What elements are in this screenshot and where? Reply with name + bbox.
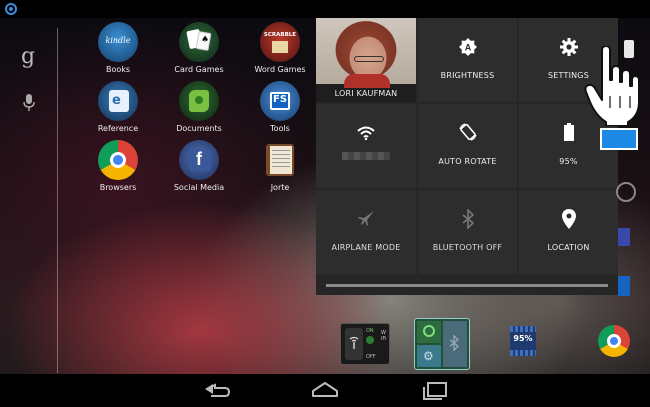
edge-bookmark-icon[interactable] [618, 276, 630, 296]
app-social-media[interactable]: f Social Media [164, 140, 234, 192]
location-pin-icon [561, 209, 576, 229]
panel-handle[interactable] [326, 284, 608, 287]
recent-apps-icon[interactable] [420, 380, 450, 400]
reference-icon: e [98, 81, 138, 121]
wifi-toggle-widget[interactable]: ON OFF WiFi [340, 323, 390, 365]
wifi-widget-icon [349, 336, 359, 349]
evernote-documents-icon [179, 81, 219, 121]
edge-dots-icon[interactable] [614, 180, 644, 206]
app-label: Jorte [270, 183, 290, 192]
sync-toggle-widget[interactable]: ⚙ [414, 318, 470, 370]
app-books[interactable]: kindle Books [83, 22, 153, 74]
notification-icon[interactable] [5, 3, 17, 15]
app-documents[interactable]: Documents [164, 81, 234, 133]
app-browsers[interactable]: Browsers [83, 140, 153, 192]
app-tools[interactable]: FS Tools [245, 81, 315, 133]
wifi-icon [357, 126, 375, 140]
search-divider [57, 28, 58, 373]
battery-percent: 95% [559, 157, 578, 166]
rotate-icon [458, 123, 477, 141]
app-label: Tools [270, 124, 290, 133]
wifi-on-label: ON [366, 328, 374, 334]
user-name: LORI KAUFMAN [334, 89, 398, 98]
home-icon[interactable] [310, 380, 340, 400]
auto-brightness-icon: A [458, 38, 477, 56]
gear-icon [559, 38, 578, 56]
user-tile[interactable]: LORI KAUFMAN [316, 18, 416, 102]
home-screen: g kindle Books ♠ Card Games SCRABBLE Wor… [0, 0, 650, 407]
app-label: Word Games [254, 65, 306, 74]
app-label: Reference [97, 124, 139, 133]
svg-text:A: A [464, 43, 471, 53]
auto-rotate-label: AUTO ROTATE [438, 157, 497, 166]
battery-widget[interactable]: 95% [510, 326, 536, 356]
location-label: LOCATION [547, 243, 590, 252]
app-card-games[interactable]: ♠ Card Games [164, 22, 234, 74]
edge-blue-widget[interactable] [600, 128, 638, 150]
bluetooth-label: BLUETOOTH OFF [432, 243, 503, 252]
bluetooth-widget-icon [449, 335, 459, 351]
search-strip: g [0, 18, 58, 374]
app-reference[interactable]: e Reference [83, 81, 153, 133]
app-label: Books [105, 65, 131, 74]
facebook-social-media-icon: f [179, 140, 219, 180]
wifi-side-label: WiFi [381, 330, 387, 342]
microphone-icon[interactable] [23, 94, 35, 112]
app-label: Card Games [174, 65, 224, 74]
brightness-tile[interactable]: A BRIGHTNESS [418, 18, 517, 102]
location-tile[interactable]: LOCATION [519, 190, 618, 274]
kindle-books-icon: kindle [98, 22, 138, 62]
wifi-off-label: OFF [366, 354, 376, 360]
airplane-mode-tile[interactable]: AIRPLANE MODE [316, 190, 416, 274]
bluetooth-tile[interactable]: BLUETOOTH OFF [418, 190, 517, 274]
user-avatar [316, 18, 416, 88]
chrome-browsers-icon [98, 140, 138, 180]
navigation-bar [0, 374, 650, 407]
edge-doc-icon[interactable] [618, 228, 630, 246]
jorte-calendar-icon [260, 140, 300, 180]
word-games-icon: SCRABBLE [260, 22, 300, 62]
wifi-network-name-redacted [342, 152, 390, 160]
status-bar [0, 0, 650, 18]
app-word-games[interactable]: SCRABBLE Word Games [245, 22, 315, 74]
chrome-dock-icon[interactable] [598, 325, 630, 357]
bluetooth-icon [462, 209, 474, 229]
card-games-icon: ♠ [179, 22, 219, 62]
tools-icon: FS [260, 81, 300, 121]
hand-pointer-icon [584, 46, 640, 126]
battery-icon [563, 123, 574, 141]
airplane-icon [358, 211, 374, 226]
battery-widget-value: 95% [513, 334, 533, 343]
app-jorte[interactable]: Jorte [245, 140, 315, 192]
app-label: Browsers [99, 183, 137, 192]
airplane-mode-label: AIRPLANE MODE [331, 243, 401, 252]
google-search-icon[interactable]: g [21, 44, 35, 69]
brightness-label: BRIGHTNESS [440, 71, 495, 80]
back-icon[interactable] [201, 380, 231, 400]
app-label: Documents [176, 124, 222, 133]
app-label: Social Media [173, 183, 225, 192]
auto-rotate-tile[interactable]: AUTO ROTATE [418, 104, 517, 188]
quick-settings-panel: LORI KAUFMAN A BRIGHTNESS SETTINGS AUTO … [316, 18, 618, 295]
wifi-tile[interactable] [316, 104, 416, 188]
